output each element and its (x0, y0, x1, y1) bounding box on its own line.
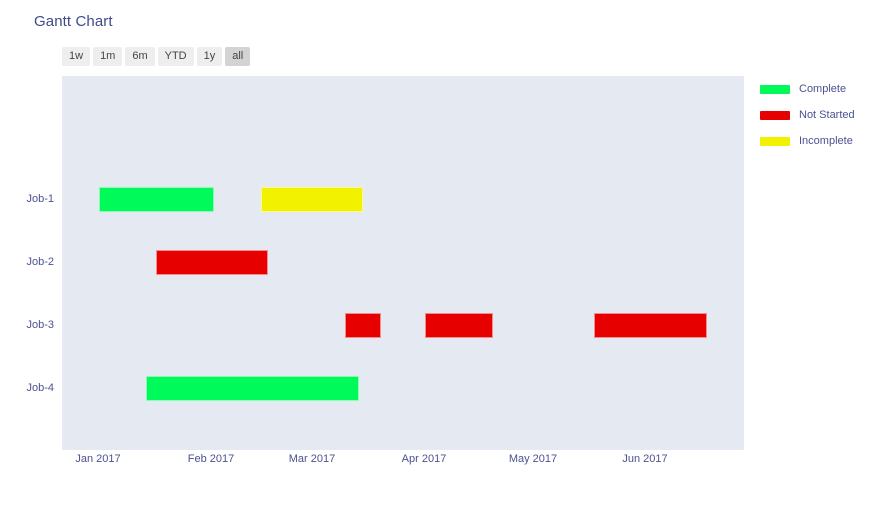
legend-item[interactable]: Not Started (760, 102, 870, 128)
range-button-ytd[interactable]: YTD (157, 47, 194, 66)
legend-label: Incomplete (799, 135, 853, 147)
gantt-bar[interactable] (594, 312, 707, 338)
range-button-6m[interactable]: 6m (125, 47, 155, 66)
x-axis-tick: Mar 2017 (288, 453, 336, 465)
range-button-1w[interactable]: 1w (62, 47, 91, 66)
legend-item[interactable]: Incomplete (760, 128, 870, 154)
legend-swatch-icon (760, 136, 790, 146)
y-axis-tick-job-1: Job-1 (26, 193, 54, 205)
gantt-chart: Gantt Chart 1w 1m 6m YTD 1y all Job-1 Job-2 Job… (0, 0, 870, 507)
legend-label: Complete (799, 83, 847, 95)
page-title: Gantt Chart (34, 13, 113, 30)
x-axis-tick: Apr 2017 (401, 453, 447, 465)
gantt-bars-layer (62, 76, 744, 450)
y-axis: Job-1 Job-2 Job-3 Job-4 (0, 76, 62, 450)
gantt-bar[interactable] (146, 375, 359, 401)
x-axis-tick: Feb 2017 (187, 453, 235, 465)
x-axis-tick: May 2017 (508, 453, 558, 465)
legend: Complete Not Started Incomplete (760, 76, 870, 154)
legend-swatch-icon (760, 84, 790, 94)
gantt-bar[interactable] (99, 186, 214, 212)
range-button-all[interactable]: all (225, 47, 251, 66)
y-axis-tick-job-4: Job-4 (26, 382, 54, 394)
gantt-bar[interactable] (156, 249, 268, 275)
range-button-1y[interactable]: 1y (196, 47, 223, 66)
legend-swatch-icon (760, 110, 790, 120)
gantt-bar[interactable] (425, 312, 493, 338)
x-axis: Jan 2017 Feb 2017 Mar 2017 Apr 2017 May 2017… (0, 450, 870, 476)
legend-item[interactable]: Complete (760, 76, 870, 102)
x-axis-tick: Jan 2017 (75, 453, 121, 465)
y-axis-tick-job-3: Job-3 (26, 319, 54, 331)
x-axis-tick: Jun 2017 (622, 453, 668, 465)
legend-label: Not Started (799, 109, 855, 121)
range-selector[interactable]: 1w 1m 6m YTD 1y all (62, 47, 251, 66)
range-button-1m[interactable]: 1m (93, 47, 123, 66)
y-axis-tick-job-2: Job-2 (26, 256, 54, 268)
gantt-bar[interactable] (345, 312, 381, 338)
gantt-bar[interactable] (261, 186, 363, 212)
